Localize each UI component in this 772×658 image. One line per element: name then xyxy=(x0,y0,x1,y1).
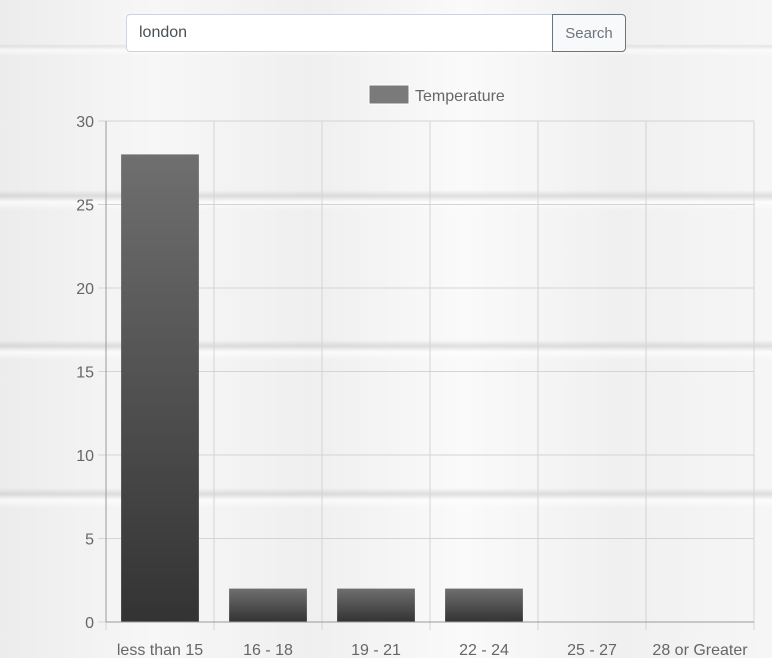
bar-22-24[interactable] xyxy=(445,588,523,622)
search-button[interactable]: Search xyxy=(552,14,626,52)
legend: Temperature xyxy=(368,84,505,105)
bar-less-than-15[interactable] xyxy=(121,154,199,622)
y-tick-label: 15 xyxy=(76,365,94,382)
chart-canvas: 0 5 10 15 20 25 30 less than 15 16 - 18 19 - 21 22… xyxy=(76,84,755,658)
search-input[interactable] xyxy=(126,14,552,52)
y-tick-label: 5 xyxy=(85,532,94,549)
bar-16-18[interactable] xyxy=(229,588,307,622)
search-bar: Search xyxy=(126,14,626,52)
temperature-chart: 0 5 10 15 20 25 30 less than 15 16 - 18 19 - 21 22… xyxy=(0,70,772,658)
legend-label: Temperature xyxy=(415,88,505,105)
bar-19-21[interactable] xyxy=(337,588,415,622)
x-tick-label: 19 - 21 xyxy=(351,642,401,658)
y-tick-label: 0 xyxy=(85,615,94,632)
x-tick-label: 28 or Greater xyxy=(652,642,748,658)
x-tick-label: 25 - 27 xyxy=(567,642,617,658)
y-tick-label: 20 xyxy=(76,281,94,298)
y-tick-label: 10 xyxy=(76,448,94,465)
x-tick-label: 22 - 24 xyxy=(459,642,509,658)
x-tick-label: less than 15 xyxy=(117,642,203,658)
y-tick-label: 25 xyxy=(76,198,94,215)
legend-swatch[interactable] xyxy=(368,84,410,105)
x-tick-label: 16 - 18 xyxy=(243,642,293,658)
y-tick-label: 30 xyxy=(76,114,94,131)
